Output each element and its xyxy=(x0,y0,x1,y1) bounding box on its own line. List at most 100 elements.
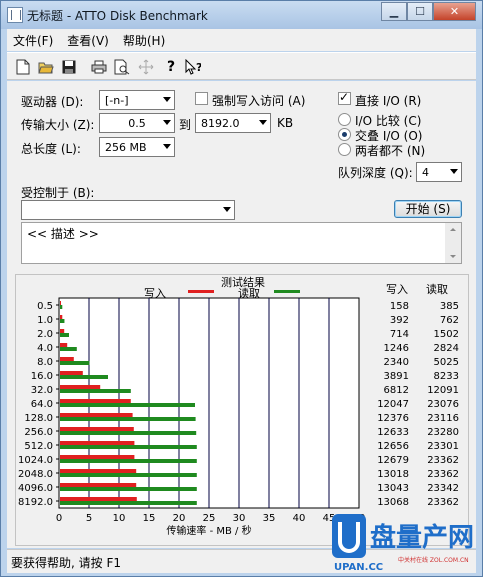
write-bar xyxy=(60,357,74,361)
y-tick-label: 512.0 xyxy=(24,441,53,452)
chevron-down-icon xyxy=(223,207,231,212)
y-tick-label: 4.0 xyxy=(37,343,53,354)
write-bar xyxy=(60,315,63,319)
main-panel: 驱动器 (D): [-n-] 强制写入访问 (A) 直接 I/O (R) 传输大… xyxy=(7,81,476,548)
new-icon[interactable] xyxy=(15,59,31,75)
controlled-by-select[interactable] xyxy=(21,200,235,220)
close-button[interactable]: ✕ xyxy=(433,2,476,21)
to-label: 到 xyxy=(179,118,192,132)
write-bar xyxy=(60,399,131,403)
y-tick-label: 2.0 xyxy=(37,329,53,340)
read-bar xyxy=(60,403,195,407)
chevron-down-icon xyxy=(163,97,171,102)
write-value: 2340 xyxy=(384,357,409,368)
results-panel: 测试结果写入读取05101520253035404550传输速率 - MB / … xyxy=(15,274,469,546)
context-help-icon[interactable]: ? xyxy=(185,59,201,75)
print-preview-icon[interactable] xyxy=(114,59,130,75)
write-value: 12633 xyxy=(377,427,409,438)
menu-bar: 文件(F) 查看(V) 帮助(H) xyxy=(7,29,476,51)
app-icon xyxy=(7,7,23,23)
description-box[interactable]: << 描述 >> xyxy=(21,222,462,264)
y-tick-label: 8192.0 xyxy=(18,497,53,508)
direct-io-label: 直接 I/O (R) xyxy=(355,94,422,108)
neither-radio[interactable] xyxy=(338,143,351,156)
menu-file[interactable]: 文件(F) xyxy=(13,32,53,49)
chevron-down-icon xyxy=(163,120,171,125)
total-length-value: 256 MB xyxy=(105,141,147,154)
save-icon[interactable] xyxy=(61,59,77,75)
x-tick-label: 25 xyxy=(203,513,216,524)
read-bar xyxy=(60,501,197,505)
total-length-select[interactable]: 256 MB xyxy=(99,137,175,157)
write-bar xyxy=(60,455,135,459)
y-tick-label: 64.0 xyxy=(31,399,53,410)
open-icon[interactable] xyxy=(38,59,54,75)
write-value: 13068 xyxy=(377,497,409,508)
transfer-from-select[interactable]: 0.5 xyxy=(99,113,175,133)
io-compare-radio[interactable] xyxy=(338,113,351,126)
y-tick-label: 1.0 xyxy=(37,315,53,326)
write-bar xyxy=(60,385,101,389)
write-bar xyxy=(60,483,137,487)
write-bar xyxy=(60,301,61,305)
menu-view[interactable]: 查看(V) xyxy=(67,32,109,49)
overlapped-io-radio[interactable] xyxy=(338,128,351,141)
read-bar xyxy=(60,417,196,421)
print-icon[interactable] xyxy=(91,59,107,75)
read-value: 23362 xyxy=(427,497,459,508)
transfer-to-select[interactable]: 8192.0 xyxy=(195,113,271,133)
maximize-button[interactable]: ☐ xyxy=(407,2,433,21)
y-tick-label: 16.0 xyxy=(31,371,53,382)
write-bar xyxy=(60,427,134,431)
write-bar xyxy=(60,413,133,417)
force-write-checkbox[interactable] xyxy=(195,92,208,105)
transfer-size-label: 传输大小 (Z): xyxy=(21,118,95,132)
drive-select[interactable]: [-n-] xyxy=(99,90,175,110)
direct-io-checkbox[interactable] xyxy=(338,90,351,105)
description-scrollbar[interactable] xyxy=(445,223,461,263)
toolbar: ? ? xyxy=(7,52,476,80)
write-bar xyxy=(60,343,68,347)
read-bar xyxy=(60,361,90,365)
read-bar xyxy=(60,487,197,491)
kb-unit: KB xyxy=(277,116,294,130)
read-value: 23362 xyxy=(427,455,459,466)
x-axis-label: 传输速率 - MB / 秒 xyxy=(166,524,251,537)
read-value: 23362 xyxy=(427,469,459,480)
results-chart: 测试结果写入读取05101520253035404550传输速率 - MB / … xyxy=(18,276,459,537)
x-tick-label: 40 xyxy=(293,513,306,524)
read-value: 762 xyxy=(440,315,459,326)
move-icon[interactable] xyxy=(138,59,154,75)
write-bar xyxy=(60,441,135,445)
write-bar xyxy=(60,371,83,375)
write-value: 392 xyxy=(390,315,409,326)
write-value: 158 xyxy=(390,301,409,312)
app-window: 无标题 - ATTO Disk Benchmark ▁ ☐ ✕ 文件(F) 查看… xyxy=(0,0,483,577)
transfer-to-value: 8192.0 xyxy=(201,117,240,130)
minimize-button[interactable]: ▁ xyxy=(381,2,407,21)
read-bar xyxy=(60,375,108,379)
x-tick-label: 0 xyxy=(56,513,62,524)
start-button[interactable]: 开始 (S) xyxy=(394,200,462,218)
menu-help[interactable]: 帮助(H) xyxy=(123,32,165,49)
chevron-down-icon xyxy=(163,144,171,149)
x-tick-label: 10 xyxy=(113,513,126,524)
read-bar xyxy=(60,473,197,477)
watermark: 盘量产网 UPAN.CC 中关村在线 ZOL.COM.CN xyxy=(326,512,476,574)
watermark-badge: 中关村在线 ZOL.COM.CN xyxy=(398,556,469,564)
queue-depth-select[interactable]: 4 xyxy=(416,162,462,182)
write-value: 3891 xyxy=(384,371,409,382)
write-value: 12047 xyxy=(377,399,409,410)
read-bar xyxy=(60,333,69,337)
read-value: 23280 xyxy=(427,427,459,438)
window-title: 无标题 - ATTO Disk Benchmark xyxy=(27,9,208,23)
y-tick-label: 32.0 xyxy=(31,385,53,396)
read-value: 2824 xyxy=(434,343,459,354)
x-tick-label: 15 xyxy=(143,513,156,524)
read-value: 23076 xyxy=(427,399,459,410)
read-column-header: 读取 xyxy=(426,282,448,296)
write-value: 12679 xyxy=(377,455,409,466)
title-bar[interactable]: 无标题 - ATTO Disk Benchmark ▁ ☐ ✕ xyxy=(1,1,482,29)
drive-label: 驱动器 (D): xyxy=(21,95,84,109)
help-icon[interactable]: ? xyxy=(163,59,179,75)
